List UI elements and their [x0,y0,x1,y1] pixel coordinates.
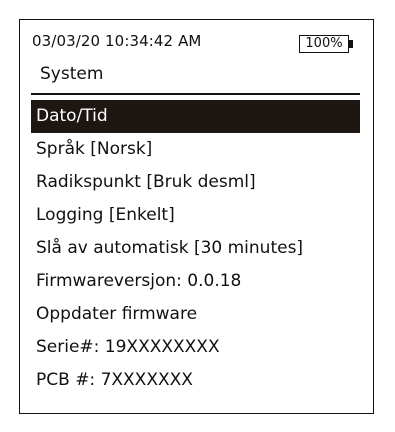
divider [31,93,360,95]
section-title: System [40,64,104,84]
battery-tip [349,40,353,48]
menu-item-decimal-point[interactable]: Radikspunkt [Bruk desml] [31,166,360,199]
menu-item-firmware-version: Firmwareversjon: 0.0.18 [36,271,242,291]
datetime-readout: 03/03/20 10:34:42 AM [32,32,202,50]
device-screen: 03/03/20 10:34:42 AM 100% System Dato/Ti… [19,19,374,414]
menu-item-logging[interactable]: Logging [Enkelt] [31,199,360,232]
battery-level: 100% [305,36,343,51]
battery-icon: 100% [299,35,349,53]
menu-item-auto-off[interactable]: Slå av automatisk [30 minutes] [31,232,360,265]
menu-item-update-firmware[interactable]: Oppdater firmware [31,298,360,331]
settings-menu: Dato/Tid Språk [Norsk] Radikspunkt [Bruk… [31,100,360,397]
menu-item-date-time[interactable]: Dato/Tid [31,100,360,133]
menu-item-language[interactable]: Språk [Norsk] [31,133,360,166]
menu-item-pcb-number: PCB #: 7XXXXXXX [36,370,193,390]
menu-item-serial-number: Serie#: 19XXXXXXXX [36,337,220,357]
status-bar: 03/03/20 10:34:42 AM 100% [32,32,361,56]
